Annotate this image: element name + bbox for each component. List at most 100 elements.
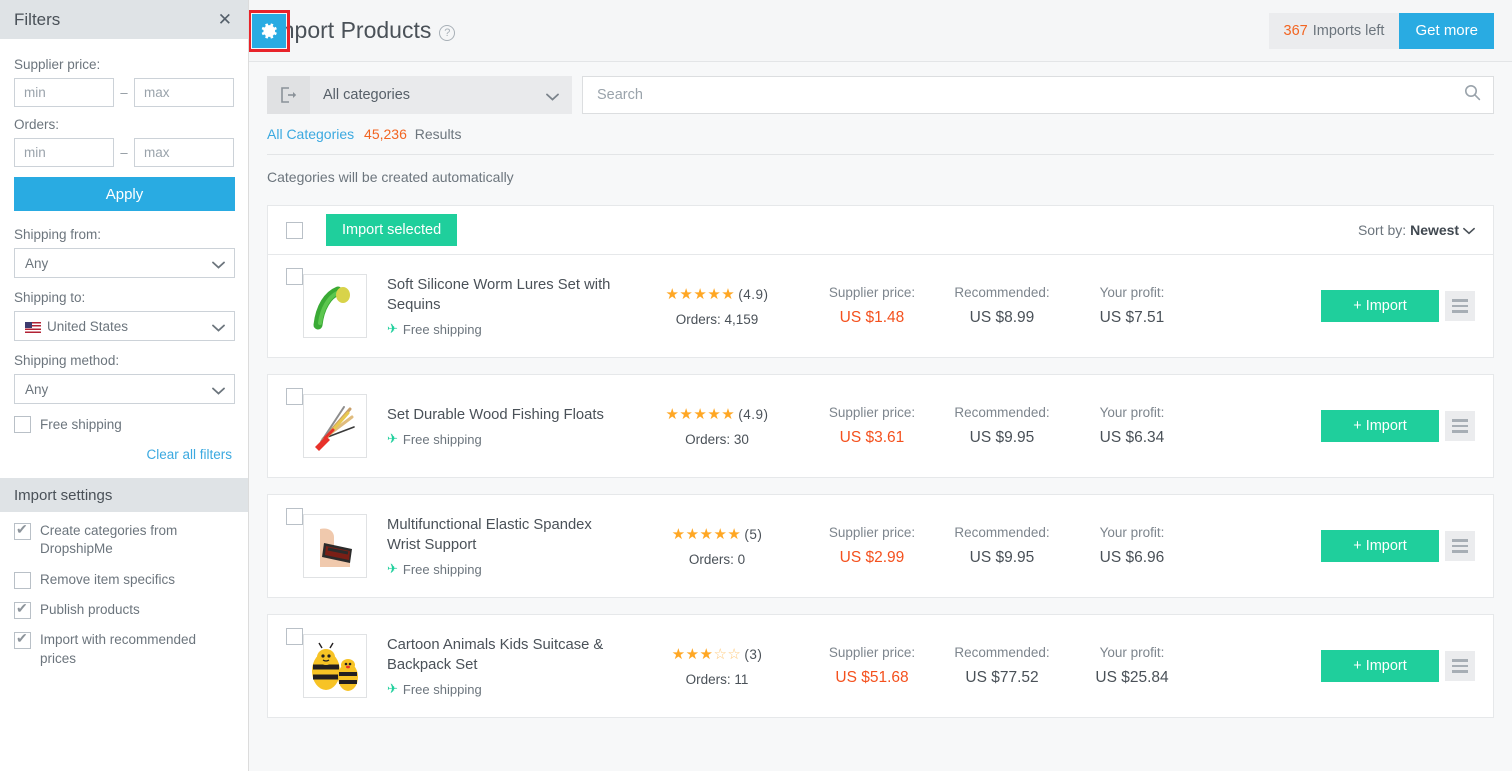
auto-categories-note: Categories will be created automatically: [249, 155, 1512, 185]
product-info: Cartoon Animals Kids Suitcase & Backpack…: [387, 635, 627, 697]
orders-max-input[interactable]: [134, 138, 234, 167]
help-circle-icon[interactable]: ?: [439, 25, 455, 41]
all-categories-link[interactable]: All Categories: [267, 126, 354, 142]
row-checkbox[interactable]: [286, 388, 303, 405]
import-settings-header: Import settings: [0, 478, 248, 512]
recommended-value: US $9.95: [937, 549, 1067, 567]
supplier-price-column: Supplier price: US $51.68: [807, 645, 937, 687]
product-name[interactable]: Multifunctional Elastic Spandex Wrist Su…: [387, 515, 627, 555]
row-checkbox[interactable]: [286, 268, 303, 285]
import-selected-button[interactable]: Import selected: [326, 214, 457, 246]
rating-value: (5): [744, 527, 762, 542]
worm-lure-thumbnail: [303, 274, 367, 338]
your-profit-label: Your profit:: [1067, 525, 1197, 540]
your-profit-value: US $6.96: [1067, 549, 1197, 567]
supplier-price-label: Supplier price:: [807, 645, 937, 660]
select-all-checkbox[interactable]: [286, 222, 303, 239]
search-toolbar: All categories: [249, 62, 1512, 114]
product-name[interactable]: Set Durable Wood Fishing Floats: [387, 405, 627, 425]
import-setting-create-categories[interactable]: Create categories from DropshipMe: [14, 522, 234, 559]
import-button[interactable]: + Import: [1321, 650, 1439, 682]
hamburger-menu-icon[interactable]: [1445, 411, 1475, 441]
your-profit-value: US $7.51: [1067, 309, 1197, 327]
your-profit-column: Your profit: US $6.96: [1067, 525, 1197, 567]
table-row[interactable]: Cartoon Animals Kids Suitcase & Backpack…: [267, 614, 1494, 718]
orders-label: Orders:: [14, 117, 234, 132]
free-shipping-badge: ✈ Free shipping: [387, 321, 627, 337]
category-dropdown[interactable]: All categories: [267, 76, 572, 114]
rating-column: ★★★★★(4.9) Orders: 4,159: [627, 285, 807, 327]
row-checkbox[interactable]: [286, 628, 303, 645]
close-icon[interactable]: ✕: [214, 9, 236, 30]
us-flag-icon: [25, 322, 41, 333]
filters-title: Filters: [14, 10, 60, 30]
row-checkbox[interactable]: [286, 508, 303, 525]
table-row[interactable]: Multifunctional Elastic Spandex Wrist Su…: [267, 494, 1494, 598]
settings-gear-button[interactable]: [252, 14, 286, 48]
import-setting-remove-item-specifics[interactable]: Remove item specifics: [14, 571, 234, 589]
table-row[interactable]: Set Durable Wood Fishing Floats ✈ Free s…: [267, 374, 1494, 478]
shipping-from-value: Any: [25, 256, 48, 271]
rating-column: ★★★☆☆(3) Orders: 11: [627, 645, 807, 687]
star-rating: ★★★☆☆(3): [627, 645, 807, 663]
create-categories-checkbox[interactable]: [14, 523, 31, 540]
row-actions: + Import: [1321, 410, 1475, 442]
chevron-down-icon: [1463, 222, 1475, 238]
shipping-from-select[interactable]: Any: [14, 248, 234, 278]
airplane-icon: ✈: [387, 321, 398, 337]
import-setting-label: Remove item specifics: [40, 571, 175, 589]
remove-item-specifics-checkbox[interactable]: [14, 572, 31, 589]
hamburger-menu-icon[interactable]: [1445, 291, 1475, 321]
import-setting-publish-products[interactable]: Publish products: [14, 601, 234, 619]
supplier-price-min-input[interactable]: [14, 78, 114, 107]
star-rating: ★★★★★(5): [627, 525, 807, 543]
import-setting-label: Create categories from DropshipMe: [40, 522, 200, 559]
recommended-price-column: Recommended: US $9.95: [937, 525, 1067, 567]
sort-by-control[interactable]: Sort by: Newest: [1358, 222, 1475, 238]
free-shipping-filter[interactable]: Free shipping: [14, 416, 234, 433]
import-button[interactable]: + Import: [1321, 530, 1439, 562]
product-name[interactable]: Soft Silicone Worm Lures Set with Sequin…: [387, 275, 627, 315]
import-button[interactable]: + Import: [1321, 290, 1439, 322]
product-info: Soft Silicone Worm Lures Set with Sequin…: [387, 275, 627, 337]
results-summary: All Categories 45,236 Results: [249, 114, 1512, 142]
star-rating: ★★★★★(4.9): [627, 285, 807, 303]
shipping-method-select[interactable]: Any: [14, 374, 234, 404]
results-count: 45,236: [364, 126, 407, 142]
import-setting-label: Publish products: [40, 601, 140, 619]
supplier-price-label: Supplier price:: [807, 405, 937, 420]
fishing-float-thumbnail: [303, 394, 367, 458]
import-button[interactable]: + Import: [1321, 410, 1439, 442]
page-title: Import Products: [269, 17, 431, 44]
export-icon: [267, 76, 310, 114]
shipping-to-select[interactable]: United States: [14, 311, 234, 341]
import-setting-recommended-prices[interactable]: Import with recommended prices: [14, 631, 234, 668]
orders-count: Orders: 0: [627, 552, 807, 567]
chevron-down-icon: [212, 319, 225, 337]
imports-left-badge: 367 Imports left: [1269, 13, 1400, 49]
free-shipping-checkbox[interactable]: [14, 416, 31, 433]
hamburger-menu-icon[interactable]: [1445, 651, 1475, 681]
recommended-prices-checkbox[interactable]: [14, 632, 31, 649]
page-header: Import Products ? 367 Imports left Get m…: [249, 0, 1512, 62]
free-shipping-badge: ✈ Free shipping: [387, 681, 627, 697]
table-row[interactable]: Soft Silicone Worm Lures Set with Sequin…: [267, 254, 1494, 358]
apply-button[interactable]: Apply: [14, 177, 235, 211]
orders-count: Orders: 4,159: [627, 312, 807, 327]
recommended-label: Recommended:: [937, 525, 1067, 540]
clear-all-filters-link[interactable]: Clear all filters: [14, 447, 234, 462]
search-field[interactable]: [582, 76, 1494, 114]
get-more-button[interactable]: Get more: [1399, 13, 1494, 49]
supplier-price-max-input[interactable]: [134, 78, 234, 107]
hamburger-menu-icon[interactable]: [1445, 531, 1475, 561]
airplane-icon: ✈: [387, 431, 398, 447]
product-name[interactable]: Cartoon Animals Kids Suitcase & Backpack…: [387, 635, 627, 675]
your-profit-value: US $25.84: [1067, 669, 1197, 687]
chevron-down-icon: [212, 256, 225, 274]
supplier-price-label: Supplier price:: [14, 57, 234, 72]
orders-min-input[interactable]: [14, 138, 114, 167]
publish-products-checkbox[interactable]: [14, 602, 31, 619]
supplier-price-value: US $51.68: [807, 669, 937, 687]
search-icon[interactable]: [1464, 84, 1481, 106]
search-input[interactable]: [595, 86, 1464, 104]
